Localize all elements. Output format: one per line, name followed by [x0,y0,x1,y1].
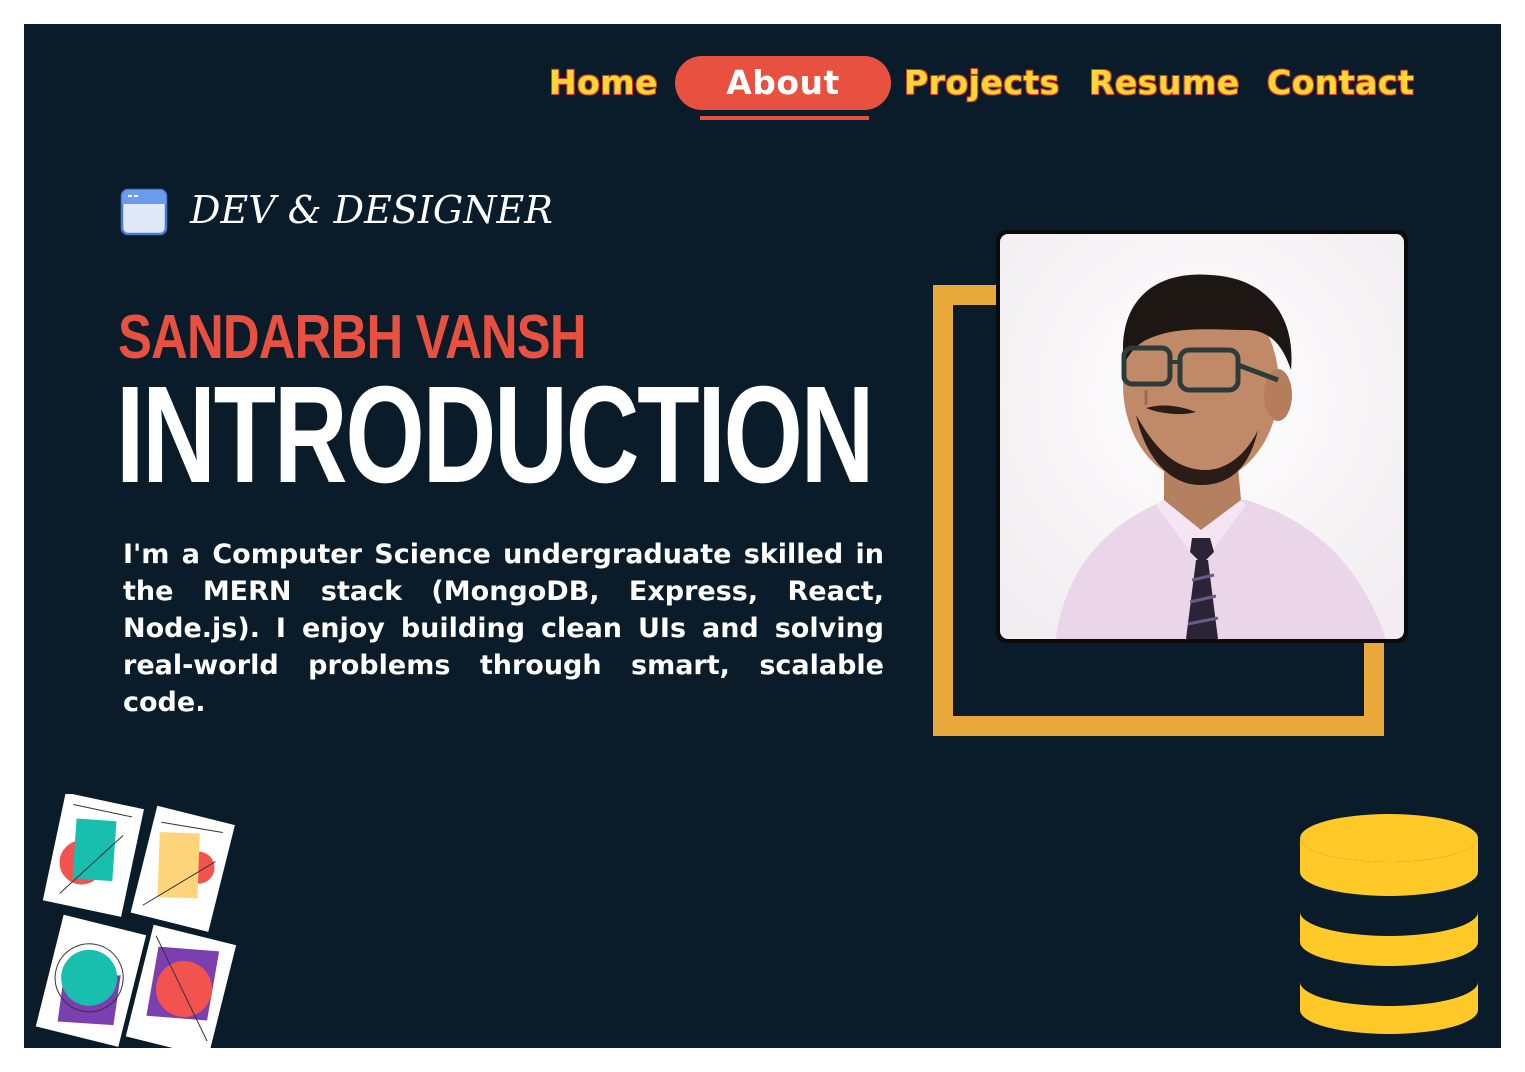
portfolio-page: Home About Projects Resume Contact DEV &… [24,24,1501,1048]
nav-contact-link[interactable]: Contact [1267,56,1414,110]
tagline: DEV & DESIGNER [190,188,553,232]
browser-window-icon [120,188,168,236]
profile-photo [996,230,1408,643]
nav-resume-link[interactable]: Resume [1089,56,1240,110]
nav-home-link[interactable]: Home [549,56,658,110]
bio-paragraph: I'm a Computer Science undergraduate ski… [123,539,884,718]
page-title: INTRODUCTION [116,358,874,512]
nav-projects-link[interactable]: Projects [904,56,1060,110]
active-nav-underline [700,116,869,120]
database-icon [1296,812,1482,1034]
abstract-art-cards-illustration [24,792,254,1048]
nav-about-link[interactable]: About [675,56,891,110]
